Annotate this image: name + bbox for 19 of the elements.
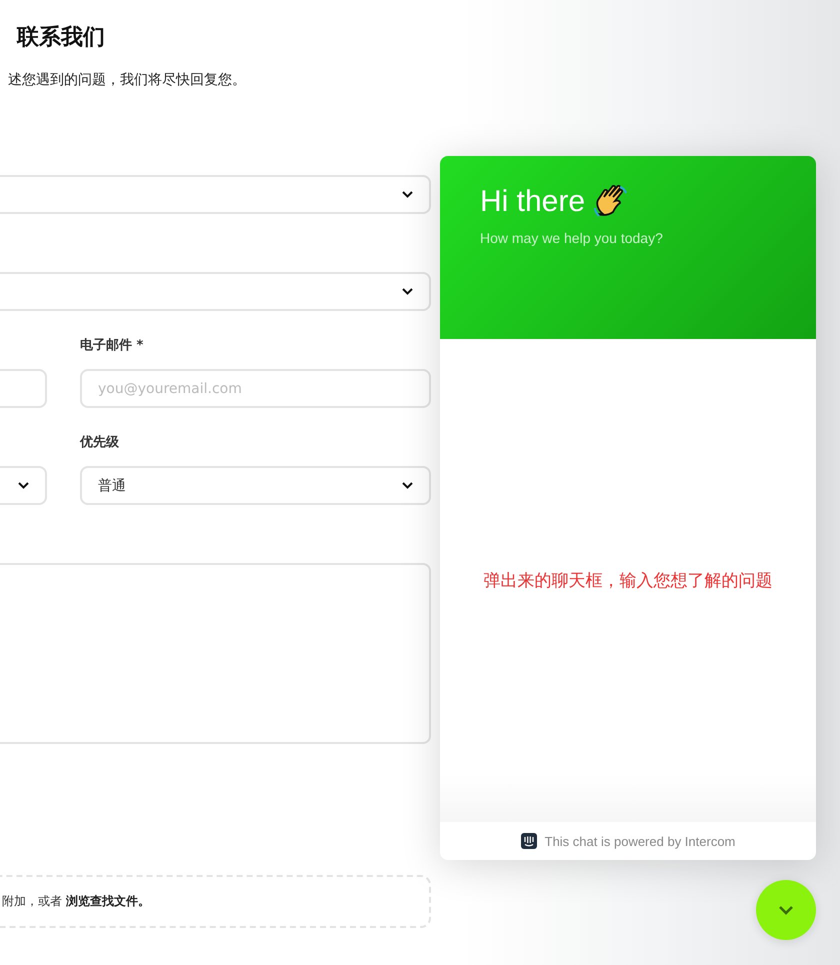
annotation-text: 弹出来的聊天框，输入您想了解的问题: [484, 570, 772, 592]
page-subtitle: 述您遇到的问题，我们将尽快回复您。: [8, 71, 246, 89]
dropzone-text: 附加，或者 浏览查找文件。: [2, 893, 150, 910]
field-label: 电子邮件 *: [80, 337, 144, 355]
chevron-down-icon: [18, 482, 29, 489]
file-dropzone[interactable]: 附加，或者 浏览查找文件。: [0, 875, 431, 928]
chevron-down-icon: [778, 905, 794, 915]
chat-subtitle: How may we help you today?: [480, 230, 664, 246]
select-field[interactable]: 普通: [80, 466, 431, 505]
intercom-logo-icon: [520, 833, 537, 849]
browse-files-link[interactable]: 浏览查找文件。: [66, 894, 150, 908]
chat-footer-text: This chat is powered by Intercom: [544, 834, 736, 848]
chat-greeting: Hi there: [480, 185, 586, 219]
page-title: 联系我们: [17, 24, 105, 52]
input-field[interactable]: you@youremail.com: [80, 369, 431, 408]
chevron-down-icon: [402, 482, 413, 489]
chevron-down-icon: [402, 191, 413, 198]
field-label: 优先级: [80, 434, 120, 452]
chevron-down-icon: [402, 288, 413, 295]
